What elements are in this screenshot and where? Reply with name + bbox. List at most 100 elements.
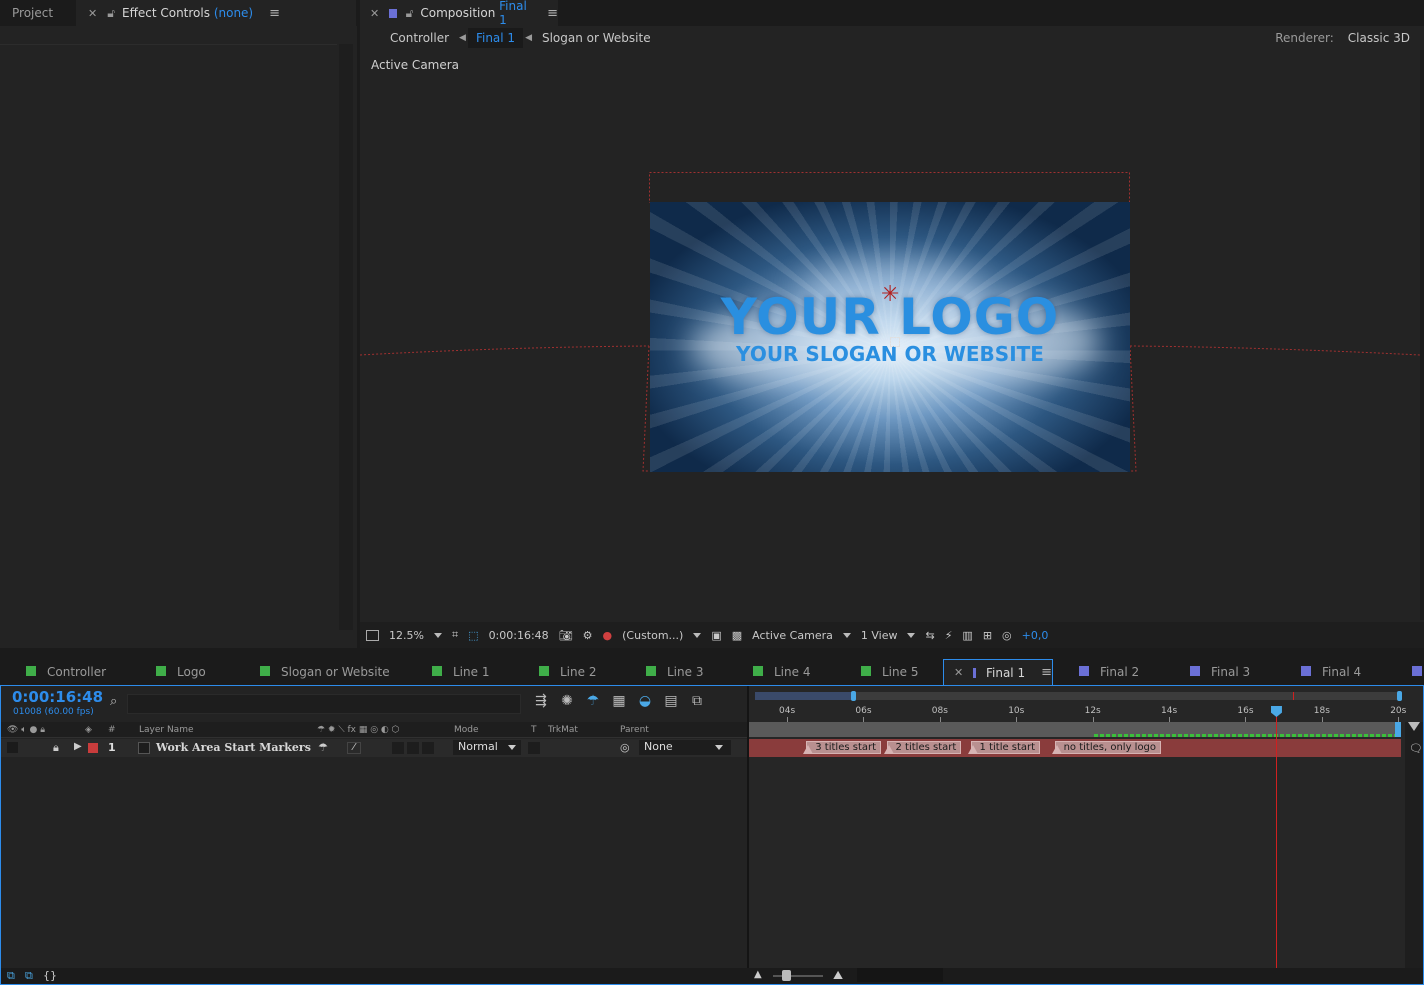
left-panel-scrollbar[interactable]	[339, 44, 353, 630]
motion-blur-icon[interactable]: ◒	[637, 693, 653, 709]
always-preview-icon[interactable]	[366, 629, 379, 641]
timeline-tab-controller[interactable]: Controller	[0, 659, 130, 685]
fast-preview-icon[interactable]: ▣	[711, 629, 721, 642]
composition-viewer[interactable]: Active Camera YOUR LOGO YOUR SLOGAN OR W…	[360, 50, 1420, 620]
renderer-value[interactable]: Classic 3D	[1348, 31, 1410, 45]
region-of-interest-icon[interactable]: ⌗	[452, 628, 458, 642]
breadcrumb-final-1[interactable]: Final 1	[467, 28, 524, 48]
toggle-switches-icon[interactable]: ⧉	[7, 969, 15, 983]
layer-marker[interactable]: 1 title start	[967, 741, 1041, 754]
horizontal-scrollbar[interactable]	[857, 968, 943, 982]
preserve-transparency-toggle[interactable]	[528, 742, 540, 754]
graph-scrollbar[interactable]: 🗨︎	[1405, 722, 1423, 968]
quality-switch-icon[interactable]: ⁄	[347, 742, 361, 754]
renderer-info[interactable]: Renderer: Classic 3D	[1275, 26, 1410, 50]
visibility-toggle[interactable]	[7, 742, 18, 753]
timeline-tab-final-2[interactable]: Final 2	[1053, 659, 1164, 685]
zoom-slider[interactable]	[773, 975, 823, 977]
close-icon[interactable]: ✕	[88, 7, 97, 20]
checkerboard-icon[interactable]: ▩	[732, 629, 742, 642]
work-area-end-handle[interactable]	[1395, 722, 1401, 737]
timeline-tab-final-1[interactable]: ✕ Final 1 ≡	[943, 659, 1053, 685]
navigator-end-handle[interactable]	[1397, 691, 1402, 701]
close-icon[interactable]: ✕	[954, 666, 963, 679]
tab-effect-controls[interactable]: ✕ 🔓︎ Effect Controls (none) ≡	[76, 0, 356, 26]
draft-3d-icon[interactable]: ✺	[559, 693, 575, 709]
layer-label-color[interactable]	[88, 743, 98, 753]
resolution-select[interactable]: (Custom...)	[622, 629, 702, 642]
brainstorm-icon[interactable]: ▤	[663, 693, 679, 709]
graph-editor-icon[interactable]: ⧉	[689, 693, 705, 709]
time-navigator-range[interactable]	[755, 692, 853, 700]
exposure-value[interactable]: +0,0	[1022, 629, 1049, 642]
camera-select[interactable]: Active Camera	[752, 629, 851, 642]
panel-menu-icon[interactable]: ≡	[1041, 665, 1052, 680]
timeline-tab-line-2[interactable]: Line 2	[513, 659, 620, 685]
timeline-tab-line-3[interactable]: Line 3	[620, 659, 727, 685]
snapshot-icon[interactable]: 📷︎	[559, 629, 573, 642]
lock-icon[interactable]: 🔒︎	[53, 741, 59, 755]
composition-frame[interactable]: YOUR LOGO YOUR SLOGAN OR WEBSITE ✳	[650, 202, 1130, 472]
column-layer-name[interactable]: Layer Name	[139, 725, 194, 735]
layer-name[interactable]: Work Area Start Markers	[156, 741, 311, 754]
toggle-pixel-aspect-icon[interactable]: ⇆	[925, 629, 934, 642]
shy-switch-icon[interactable]: ☂	[318, 741, 328, 754]
timeline-tab-final-4[interactable]: Final 4	[1275, 659, 1386, 685]
timeline-tab-slogan[interactable]: Slogan or Website	[234, 659, 406, 685]
lock-icon[interactable]: 🔓︎	[406, 6, 414, 21]
reset-exposure-icon[interactable]: ◎	[1002, 629, 1012, 642]
time-graph[interactable]: 04s 06s 08s 10s 12s 14s 16s 18s 20s 3 titles sta…	[749, 686, 1423, 968]
current-time-display[interactable]: 0:00:16:48	[489, 629, 549, 642]
timeline-tab-logo[interactable]: Logo	[130, 659, 234, 685]
timeline-current-time[interactable]: 0:00:16:48	[12, 688, 103, 706]
tab-project[interactable]: Project	[0, 0, 76, 26]
panel-menu-icon[interactable]: ≡	[547, 6, 558, 21]
toggle-modes-icon[interactable]: ⧉	[25, 969, 33, 983]
breadcrumb-slogan[interactable]: Slogan or Website	[534, 28, 659, 48]
toggle-in-out-icon[interactable]: {}	[43, 969, 57, 982]
zoom-out-icon[interactable]: ▲	[754, 969, 762, 980]
layer-marker[interactable]: no titles, only logo	[1051, 741, 1162, 754]
panel-menu-icon[interactable]: ≡	[269, 6, 280, 21]
anchor-point-icon[interactable]	[890, 337, 900, 347]
switch-slot[interactable]	[407, 742, 419, 754]
layer-marker[interactable]: 3 titles start	[803, 741, 882, 754]
zoom-in-icon[interactable]: ⛰	[833, 968, 843, 983]
layer-search-input[interactable]	[127, 694, 521, 714]
channel-icon[interactable]: ●	[603, 629, 613, 642]
timeline-tab-line-1[interactable]: Line 1	[406, 659, 513, 685]
comp-end-marker-icon[interactable]	[1408, 722, 1420, 731]
lock-icon[interactable]: 🔓︎	[107, 6, 115, 21]
time-ruler[interactable]: 04s 06s 08s 10s 12s 14s 16s 18s 20s	[749, 702, 1409, 722]
show-snapshot-icon[interactable]: ⚙	[583, 629, 593, 642]
close-icon[interactable]: ✕	[370, 7, 379, 20]
mode-select[interactable]: Normal	[453, 740, 521, 755]
timeline-tab-final-3[interactable]: Final 3	[1164, 659, 1275, 685]
tab-composition[interactable]: ✕ 🔓︎ Composition Final 1 ≡	[360, 0, 558, 27]
switch-slot[interactable]	[422, 742, 434, 754]
shy-layers-icon[interactable]: ☂	[585, 693, 601, 709]
timeline-tab-line-4[interactable]: Line 4	[727, 659, 835, 685]
layer-duration-bar[interactable]: 3 titles start 2 titles start 1 title star…	[749, 739, 1401, 757]
layer-row[interactable]: 🔒︎ ▶ 1 Work Area Start Markers ☂ ⁄ Norma…	[1, 739, 747, 757]
switch-slot[interactable]	[392, 742, 404, 754]
zoom-slider-handle[interactable]	[782, 970, 791, 981]
timeline-tab-overflow[interactable]	[1412, 666, 1422, 676]
timeline-tab-line-5[interactable]: Line 5	[835, 659, 943, 685]
transparency-grid-icon[interactable]: ⬚	[468, 629, 478, 642]
breadcrumb-controller[interactable]: Controller	[382, 28, 457, 48]
comp-mini-flowchart-icon[interactable]: ⇶	[533, 693, 549, 709]
fast-draft-icon[interactable]: ⚡	[945, 629, 953, 642]
parent-select[interactable]: None	[639, 740, 731, 755]
zoom-select[interactable]: 12.5%	[389, 629, 442, 642]
work-area-bar[interactable]	[749, 722, 1401, 737]
comment-icon[interactable]: 🗨︎	[1409, 742, 1423, 755]
frame-blending-icon[interactable]: ▦	[611, 693, 627, 709]
viewer-scrollbar[interactable]	[1420, 50, 1424, 620]
pick-whip-icon[interactable]: ◎	[620, 741, 630, 754]
camera-target-icon[interactable]: ✳	[881, 282, 899, 307]
view-layout-select[interactable]: 1 View	[861, 629, 916, 642]
layer-marker[interactable]: 2 titles start	[883, 741, 962, 754]
time-navigator[interactable]	[755, 691, 1402, 701]
flowchart-icon[interactable]: ⊞	[983, 629, 992, 642]
